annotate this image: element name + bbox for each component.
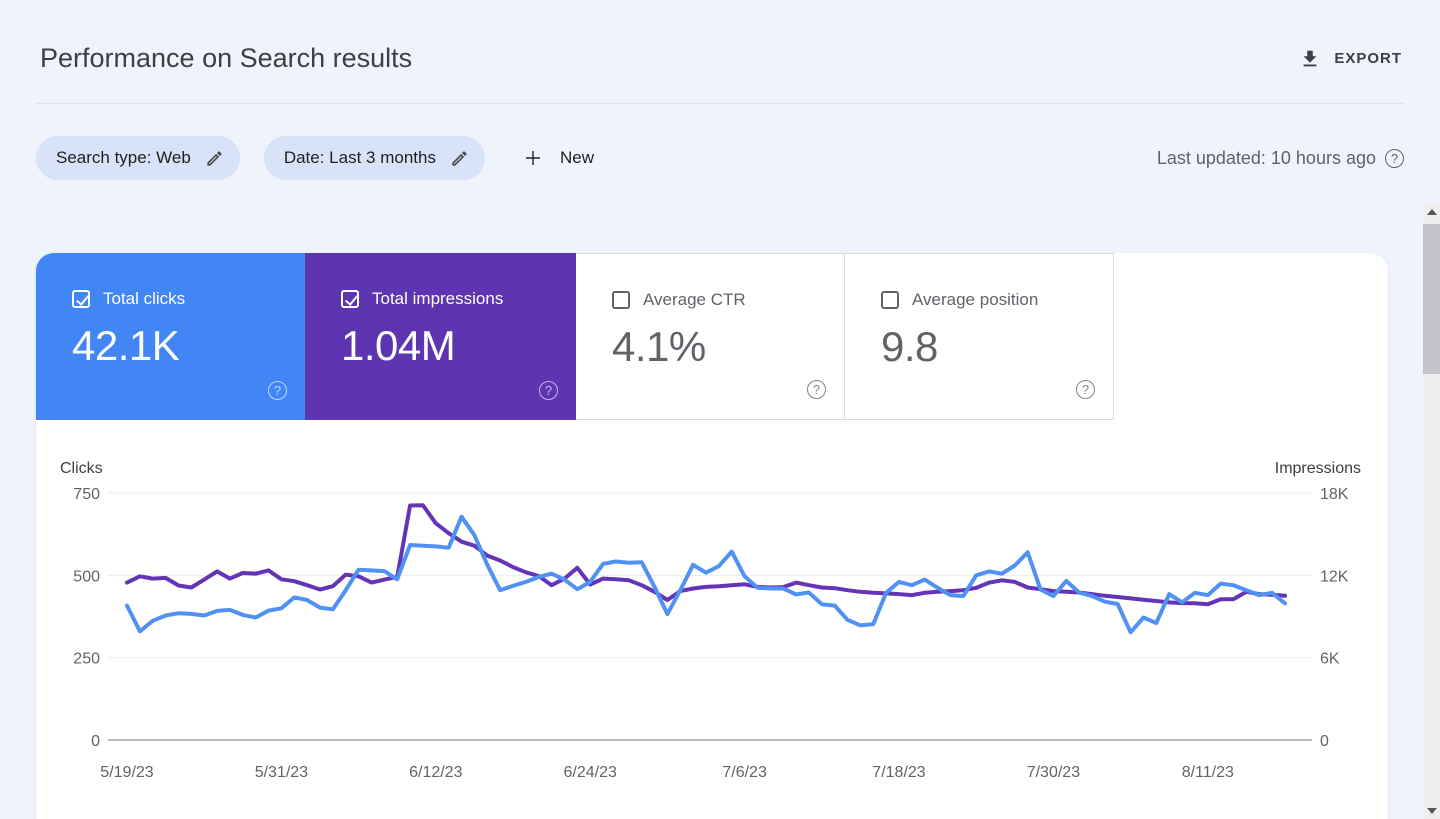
header-divider [36,103,1404,104]
scroll-up-arrow-icon[interactable] [1423,203,1440,220]
x-axis-tick: 6/12/23 [409,764,462,781]
left-axis-tick: 0 [91,733,100,750]
help-icon[interactable] [539,381,558,400]
metric-label: Total impressions [372,289,503,309]
help-icon[interactable] [807,380,826,399]
x-axis-tick: 7/30/23 [1027,764,1080,781]
vertical-scrollbar[interactable] [1423,203,1440,819]
last-updated: Last updated: 10 hours ago [1157,148,1404,169]
checkbox-icon[interactable] [612,291,630,309]
date-range-chip[interactable]: Date: Last 3 months [264,136,485,180]
metric-label: Average CTR [643,290,746,310]
x-axis-tick: 6/24/23 [564,764,617,781]
scroll-down-arrow-icon[interactable] [1423,802,1440,819]
x-axis-tick: 8/11/23 [1182,764,1234,781]
filter-bar: Search type: Web Date: Last 3 months New… [36,136,1404,180]
last-updated-text: Last updated: 10 hours ago [1157,148,1376,169]
performance-card: Total clicks 42.1K Total impressions 1.0… [36,253,1388,819]
left-axis-tick: 500 [73,568,100,585]
x-axis-tick: 5/31/23 [255,764,308,781]
help-icon[interactable] [1076,380,1095,399]
new-filter-label: New [560,148,594,168]
performance-chart[interactable]: 750 18K 500 12K 250 6K 0 0 Clicks Impressions 5/19… [36,420,1388,819]
metric-row: Total clicks 42.1K Total impressions 1.0… [36,253,1388,420]
help-icon[interactable] [268,381,287,400]
page-title: Performance on Search results [40,43,412,74]
x-axis-tick: 5/19/23 [100,764,153,781]
right-axis-tick: 18K [1320,486,1349,503]
help-icon[interactable] [1385,149,1404,168]
x-axis-tick: 7/6/23 [722,764,767,781]
metric-label: Total clicks [103,289,185,309]
left-axis-title: Clicks [60,460,103,477]
left-axis-tick: 750 [73,486,100,503]
right-axis-tick: 6K [1320,651,1340,668]
search-type-chip[interactable]: Search type: Web [36,136,240,180]
metric-value: 9.8 [881,323,1113,371]
x-axis-tick: 7/18/23 [872,764,925,781]
edit-pencil-icon[interactable] [205,149,224,168]
new-filter-button[interactable]: New [517,138,598,178]
right-axis-tick: 12K [1320,568,1349,585]
metric-total-clicks[interactable]: Total clicks 42.1K [36,253,305,420]
right-axis-title: Impressions [1275,460,1361,477]
clicks-line [127,517,1285,633]
metric-average-ctr[interactable]: Average CTR 4.1% [576,253,845,420]
metric-value: 42.1K [72,322,305,370]
metric-total-impressions[interactable]: Total impressions 1.04M [305,253,576,420]
right-axis-tick: 0 [1320,733,1329,750]
export-button[interactable]: EXPORT [1297,42,1404,76]
metric-value: 1.04M [341,322,576,370]
metric-label: Average position [912,290,1038,310]
export-label: EXPORT [1334,50,1402,67]
metric-value: 4.1% [612,323,844,371]
impressions-line [127,505,1285,604]
checkbox-icon[interactable] [72,290,90,308]
checkbox-icon[interactable] [341,290,359,308]
search-type-chip-label: Search type: Web [56,148,191,168]
edit-pencil-icon[interactable] [450,149,469,168]
scrollbar-thumb[interactable] [1423,224,1440,374]
checkbox-icon[interactable] [881,291,899,309]
download-icon [1299,48,1321,70]
plus-icon [521,146,545,170]
page-header: Performance on Search results EXPORT [0,0,1404,103]
left-axis-tick: 250 [73,651,100,668]
date-range-chip-label: Date: Last 3 months [284,148,436,168]
metric-average-position[interactable]: Average position 9.8 [845,253,1114,420]
metric-row-filler [1114,253,1388,420]
